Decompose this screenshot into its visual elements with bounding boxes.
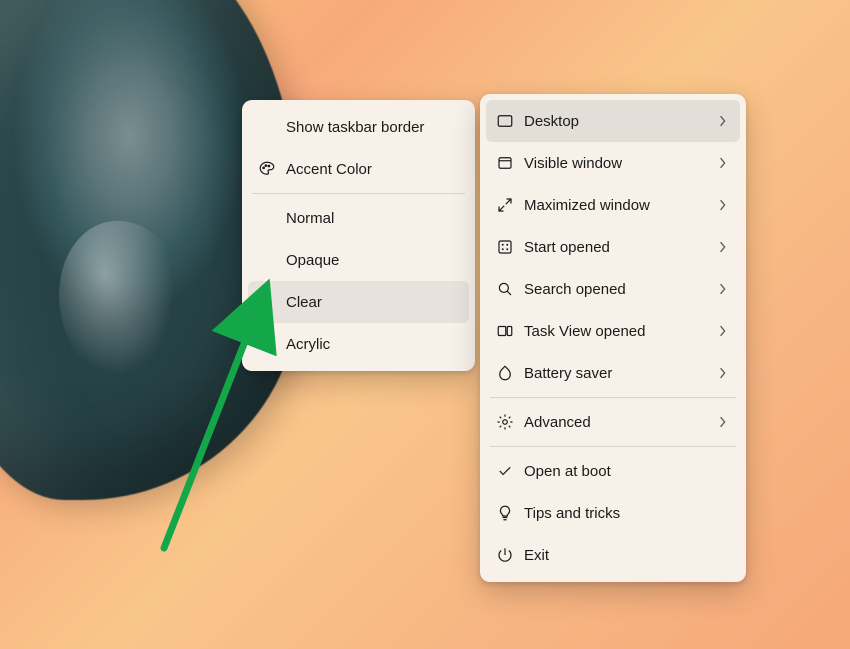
menu-item-label: Desktop <box>518 113 716 130</box>
menu-item-label: Visible window <box>518 155 716 172</box>
menu-item-show-taskbar-border[interactable]: Show taskbar border <box>248 106 469 148</box>
menu-item-label: Accent Color <box>280 161 459 178</box>
submenu-transparency: Show taskbar border Accent Color Normal … <box>242 100 475 371</box>
chevron-right-icon <box>716 156 730 170</box>
menu-item-label: Opaque <box>280 252 459 269</box>
menu-item-label: Battery saver <box>518 365 716 382</box>
menu-item-label: Start opened <box>518 239 716 256</box>
check-icon <box>492 462 518 480</box>
menu-item-search-opened[interactable]: Search opened <box>486 268 740 310</box>
bullet-selected-icon <box>254 294 280 310</box>
search-icon <box>492 280 518 298</box>
chevron-right-icon <box>716 282 730 296</box>
lightbulb-icon <box>492 504 518 522</box>
menu-item-accent-color[interactable]: Accent Color <box>248 148 469 190</box>
menu-item-label: Clear <box>280 294 459 311</box>
gear-icon <box>492 413 518 431</box>
menu-item-label: Exit <box>518 547 730 564</box>
palette-icon <box>254 160 280 178</box>
chevron-right-icon <box>716 366 730 380</box>
menu-item-visible-window[interactable]: Visible window <box>486 142 740 184</box>
window-icon <box>492 154 518 172</box>
menu-separator <box>252 193 465 194</box>
menu-item-desktop[interactable]: Desktop <box>486 100 740 142</box>
power-icon <box>492 546 518 564</box>
menu-item-acrylic[interactable]: Acrylic <box>248 323 469 365</box>
menu-item-label: Maximized window <box>518 197 716 214</box>
menu-item-label: Normal <box>280 210 459 227</box>
menu-item-battery-saver[interactable]: Battery saver <box>486 352 740 394</box>
menu-item-exit[interactable]: Exit <box>486 534 740 576</box>
menu-separator <box>490 446 736 447</box>
leaf-icon <box>492 364 518 382</box>
menu-item-opaque[interactable]: Opaque <box>248 239 469 281</box>
chevron-right-icon <box>716 415 730 429</box>
menu-item-start-opened[interactable]: Start opened <box>486 226 740 268</box>
menu-item-normal[interactable]: Normal <box>248 197 469 239</box>
menu-item-label: Advanced <box>518 414 716 431</box>
menu-item-maximized-window[interactable]: Maximized window <box>486 184 740 226</box>
menu-item-label: Show taskbar border <box>280 119 459 136</box>
grid-icon <box>492 238 518 256</box>
menu-item-label: Open at boot <box>518 463 730 480</box>
chevron-right-icon <box>716 324 730 338</box>
context-menu-main: Desktop Visible window Maximized window … <box>480 94 746 582</box>
menu-item-tips-and-tricks[interactable]: Tips and tricks <box>486 492 740 534</box>
menu-item-label: Tips and tricks <box>518 505 730 522</box>
menu-item-task-view-opened[interactable]: Task View opened <box>486 310 740 352</box>
menu-item-clear[interactable]: Clear <box>248 281 469 323</box>
chevron-right-icon <box>716 240 730 254</box>
chevron-right-icon <box>716 114 730 128</box>
chevron-right-icon <box>716 198 730 212</box>
menu-item-advanced[interactable]: Advanced <box>486 401 740 443</box>
task-view-icon <box>492 322 518 340</box>
menu-item-label: Acrylic <box>280 336 459 353</box>
maximize-icon <box>492 196 518 214</box>
menu-separator <box>490 397 736 398</box>
menu-item-label: Search opened <box>518 281 716 298</box>
menu-item-open-at-boot[interactable]: Open at boot <box>486 450 740 492</box>
desktop-icon <box>492 112 518 130</box>
menu-item-label: Task View opened <box>518 323 716 340</box>
